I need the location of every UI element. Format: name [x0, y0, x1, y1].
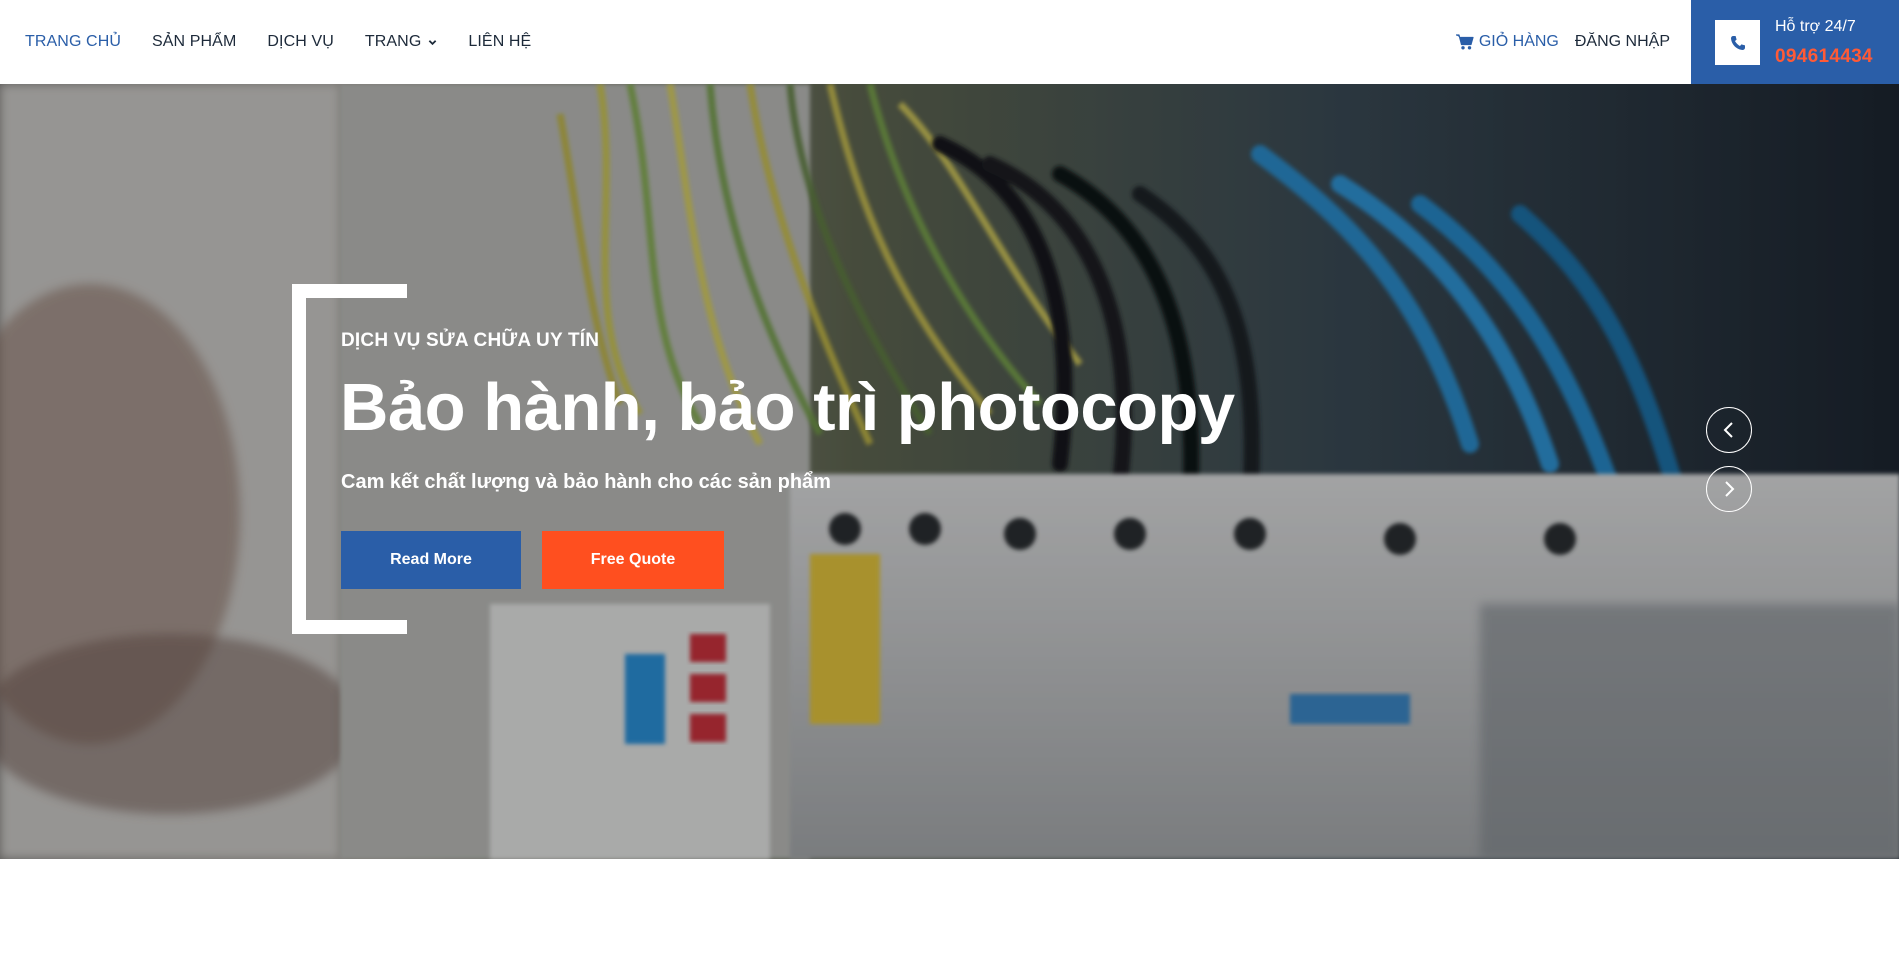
nav-item-label: TRANG [364, 33, 422, 50]
nav-item-services[interactable]: DỊCH VỤ [267, 33, 333, 51]
phone-icon [1730, 35, 1745, 50]
nav-item-contact[interactable]: LIÊN HỆ [468, 33, 531, 51]
phone-button[interactable] [1715, 20, 1760, 65]
support-phone-number[interactable]: 094614434 [1775, 46, 1873, 68]
slider-next-button[interactable] [1706, 466, 1752, 512]
hero-frame-top [292, 284, 407, 298]
nav-item-home[interactable]: TRANG CHỦ [25, 33, 121, 51]
cart-label: GIỎ HÀNG [1478, 33, 1559, 50]
hero-frame-bottom [292, 620, 407, 634]
main-nav: TRANG CHỦ SẢN PHẨM DỊCH VỤ TRANG LIÊN HỆ [25, 0, 562, 84]
nav-item-label: DỊCH VỤ [267, 33, 334, 50]
nav-item-label: TRANG CHỦ [25, 33, 122, 50]
hero-headline: Bảo hành, bảo trì photocopy [340, 370, 1235, 445]
nav-item-label: LIÊN HỆ [468, 33, 532, 50]
chevron-down-icon [429, 39, 437, 45]
hero-eyebrow: DỊCH VỤ SỬA CHỮA UY TÍN [341, 330, 600, 351]
cart-link[interactable]: GIỎ HÀNG [1455, 33, 1559, 51]
chevron-left-icon [1723, 422, 1733, 438]
slider-prev-button[interactable] [1706, 407, 1752, 453]
shopping-cart-icon [1455, 34, 1474, 50]
nav-item-label: SẢN PHẨM [152, 33, 237, 50]
chevron-right-icon [1725, 481, 1735, 497]
hero-frame-left [292, 284, 306, 634]
hero-overlay [0, 84, 1899, 859]
hero-subline: Cam kết chất lượng và bảo hành cho các s… [341, 471, 831, 493]
support-label: Hỗ trợ 24/7 [1775, 18, 1856, 35]
login-link[interactable]: ĐĂNG NHẬP [1575, 33, 1670, 51]
header-actions: GIỎ HÀNG ĐĂNG NHẬP [1455, 0, 1670, 84]
nav-item-pages[interactable]: TRANG [365, 33, 438, 51]
hero-slider: DỊCH VỤ SỬA CHỮA UY TÍN Bảo hành, bảo tr… [0, 84, 1899, 859]
site-header: TRANG CHỦ SẢN PHẨM DỊCH VỤ TRANG LIÊN HỆ… [0, 0, 1899, 84]
nav-item-products[interactable]: SẢN PHẨM [152, 33, 236, 51]
support-box: Hỗ trợ 24/7 094614434 [1691, 0, 1899, 84]
read-more-button[interactable]: Read More [341, 531, 521, 589]
free-quote-button[interactable]: Free Quote [542, 531, 724, 589]
